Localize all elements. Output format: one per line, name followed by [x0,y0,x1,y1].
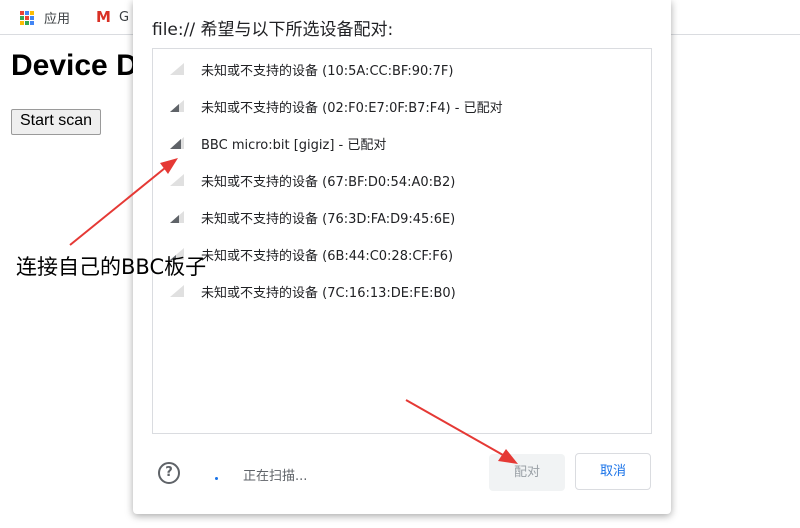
gmail-icon: M [96,8,111,26]
page-title: Device D [11,49,138,82]
bookmark-apps[interactable]: 应用 [20,8,70,27]
device-item[interactable]: 未知或不支持的设备 (10:5A:CC:BF:90:7F) [153,51,651,87]
signal-strength-icon [170,137,184,149]
device-item[interactable]: BBC micro:bit [gigiz] - 已配对 [153,125,651,161]
dialog-title: file:// 希望与以下所选设备配对: [152,20,394,40]
bookmark-gmail-label: G [118,9,130,25]
device-item[interactable]: 未知或不支持的设备 (6B:44:C0:28:CF:F6) [153,236,651,272]
help-icon[interactable]: ? [158,462,180,484]
device-item[interactable]: 未知或不支持的设备 (7C:16:13:DE:FE:B0) [153,273,651,309]
device-name: 未知或不支持的设备 (67:BF:D0:54:A0:B2) [201,175,456,190]
cancel-button[interactable]: 取消 [575,453,651,490]
signal-strength-icon [170,63,184,75]
signal-strength-icon [170,285,184,297]
device-list[interactable]: 未知或不支持的设备 (10:5A:CC:BF:90:7F) 未知或不支持的设备 … [152,48,652,434]
start-scan-button[interactable]: Start scan [11,109,102,135]
signal-strength-icon [170,174,184,186]
scanning-spinner-icon [215,477,218,480]
device-item[interactable]: 未知或不支持的设备 (67:BF:D0:54:A0:B2) [153,162,651,198]
device-name: 未知或不支持的设备 (02:F0:E7:0F:B7:F4) - 已配对 [201,101,503,116]
bluetooth-chooser-dialog: file:// 希望与以下所选设备配对: 未知或不支持的设备 (10:5A:CC… [133,0,671,514]
apps-grid-icon [20,10,34,25]
pair-button[interactable]: 配对 [489,454,565,491]
bookmark-apps-label: 应用 [44,12,71,27]
device-name: 未知或不支持的设备 (6B:44:C0:28:CF:F6) [201,249,454,264]
bookmark-gmail[interactable]: M G [96,8,129,26]
device-name: 未知或不支持的设备 (10:5A:CC:BF:90:7F) [201,64,454,79]
device-item[interactable]: 未知或不支持的设备 (02:F0:E7:0F:B7:F4) - 已配对 [153,88,651,124]
signal-strength-icon [170,100,184,112]
annotation-text: 连接自己的BBC板子 [16,255,207,279]
device-name: 未知或不支持的设备 (7C:16:13:DE:FE:B0) [201,286,456,301]
device-name: 未知或不支持的设备 (76:3D:FA:D9:45:6E) [201,212,456,227]
device-name: BBC micro:bit [gigiz] - 已配对 [201,138,387,153]
device-item[interactable]: 未知或不支持的设备 (76:3D:FA:D9:45:6E) [153,199,651,235]
scan-status-text: 正在扫描... [243,469,308,484]
signal-strength-icon [170,211,184,223]
